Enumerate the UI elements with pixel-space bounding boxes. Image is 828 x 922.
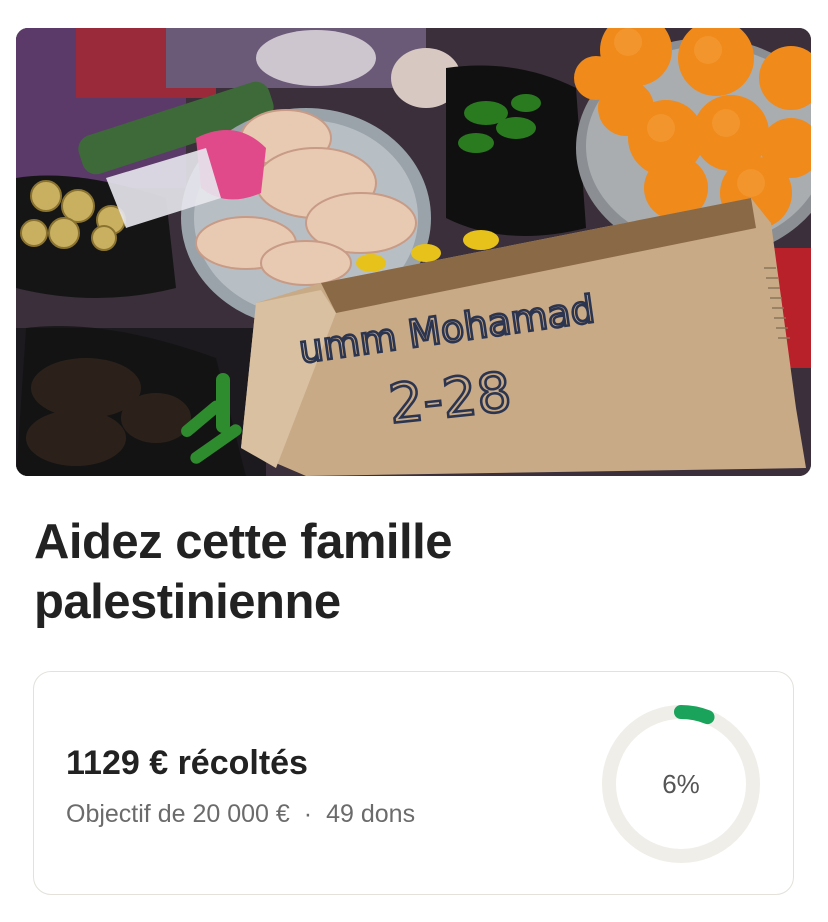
sign-line-2: 2-28 [386,360,514,435]
campaign-meta: Objectif de 20 000 € · 49 dons [66,800,415,829]
progress-percentage: 6% [662,768,700,799]
progress-card[interactable]: 1129 € récoltés Objectif de 20 000 € · 49 … [33,671,794,895]
goal-amount: Objectif de 20 000 € [66,800,290,828]
donation-count: 49 dons [326,800,416,828]
campaign-photo: umm Mohamad 2-28 [16,28,811,476]
amount-raised: 1129 € récoltés [66,744,308,782]
meta-separator: · [303,800,313,828]
campaign-title: Aidez cette famille palestinienne [34,515,453,629]
